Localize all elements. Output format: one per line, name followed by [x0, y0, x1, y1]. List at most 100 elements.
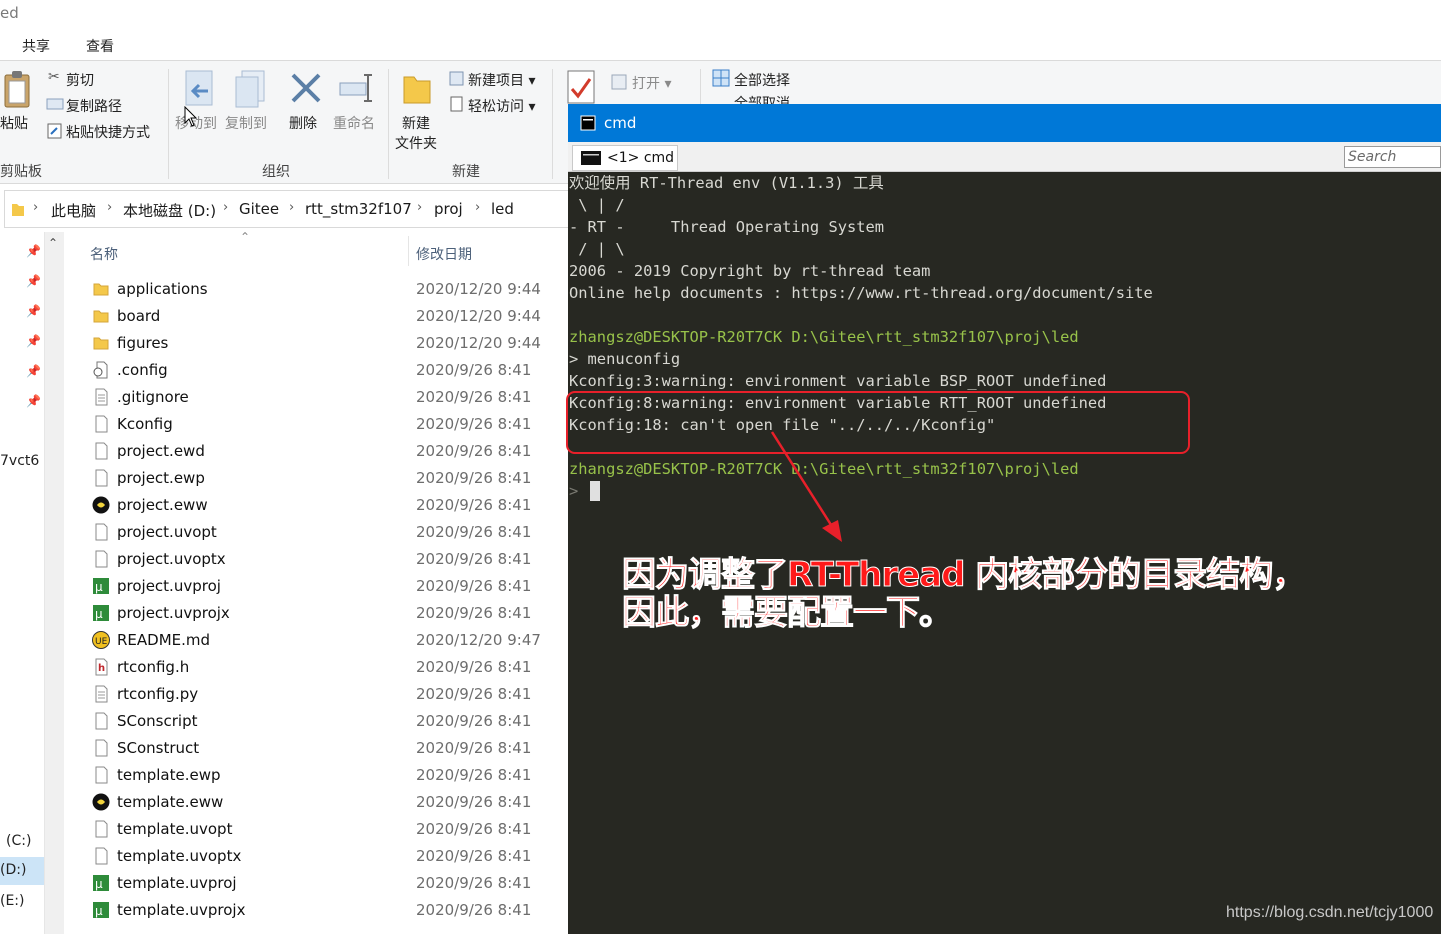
- ribbon-divider: [552, 69, 553, 179]
- scroll-up-icon[interactable]: ⌃: [48, 236, 58, 250]
- new-folder-label-1[interactable]: 新建: [402, 113, 430, 133]
- file-row[interactable]: template.uvopt 2020/9/26 8:41: [88, 816, 568, 843]
- file-row[interactable]: project.uvoptx 2020/9/26 8:41: [88, 546, 568, 573]
- delete-button[interactable]: 删除: [289, 113, 317, 133]
- file-row[interactable]: template.eww 2020/9/26 8:41: [88, 789, 568, 816]
- ribbon-tabs: 共享 查看: [0, 30, 1441, 60]
- open-button[interactable]: 打开 ▾: [632, 73, 671, 93]
- breadcrumb-item[interactable]: proj: [434, 200, 463, 218]
- keil-project-icon: μ: [92, 604, 110, 622]
- paste-shortcut-button[interactable]: 粘贴快捷方式: [66, 122, 150, 142]
- file-row[interactable]: h rtconfig.h 2020/9/26 8:41: [88, 654, 568, 681]
- file-name: project.ewd: [117, 442, 205, 460]
- cmd-titlebar[interactable]: cmd: [568, 104, 1441, 142]
- file-icon: [92, 766, 110, 784]
- file-row[interactable]: .gitignore 2020/9/26 8:41: [88, 384, 568, 411]
- file-row[interactable]: figures 2020/12/20 9:44: [88, 330, 568, 357]
- file-row[interactable]: project.ewd 2020/9/26 8:41: [88, 438, 568, 465]
- column-divider[interactable]: [408, 236, 409, 266]
- file-icon: [92, 469, 110, 487]
- new-group-label: 新建: [452, 164, 480, 180]
- file-row[interactable]: Kconfig 2020/9/26 8:41: [88, 411, 568, 438]
- file-row[interactable]: μ project.uvprojx 2020/9/26 8:41: [88, 600, 568, 627]
- cmd-search-input[interactable]: Search: [1344, 146, 1441, 168]
- file-name: template.ewp: [117, 766, 221, 784]
- tab-share[interactable]: 共享: [22, 36, 50, 56]
- file-row[interactable]: applications 2020/12/20 9:44: [88, 276, 568, 303]
- cut-button[interactable]: 剪切: [66, 70, 94, 90]
- text-file-icon: [92, 388, 110, 406]
- folder-icon: [92, 280, 110, 298]
- file-row[interactable]: μ template.uvproj 2020/9/26 8:41: [88, 870, 568, 897]
- copy-to-button[interactable]: 复制到: [225, 113, 267, 133]
- easy-access-button[interactable]: 轻松访问 ▾: [468, 96, 535, 116]
- nav-scrollbar[interactable]: ⌃: [44, 232, 64, 934]
- file-row[interactable]: SConstruct 2020/9/26 8:41: [88, 735, 568, 762]
- console-output[interactable]: 欢迎使用 RT-Thread env (V1.1.3) 工具 \ | / - RT…: [569, 172, 1441, 934]
- file-row[interactable]: template.uvoptx 2020/9/26 8:41: [88, 843, 568, 870]
- file-row[interactable]: UE README.md 2020/12/20 9:47: [88, 627, 568, 654]
- file-icon: [92, 523, 110, 541]
- file-date: 2020/9/26 8:41: [416, 550, 532, 568]
- chevron-right-icon: ›: [33, 200, 39, 215]
- file-row[interactable]: SConscript 2020/9/26 8:41: [88, 708, 568, 735]
- nav-item-drive-e[interactable]: (E:): [0, 893, 25, 909]
- console-prompt-line: zhangsz@DESKTOP-R20T7CK D:\Gitee\rtt_stm…: [569, 460, 1079, 478]
- address-bar[interactable]: › 此电脑 › 本地磁盘 (D:) › Gitee › rtt_stm32f10…: [4, 190, 604, 228]
- breadcrumb-item[interactable]: led: [491, 200, 514, 218]
- cmd-tab[interactable]: <1> cmd: [572, 145, 678, 171]
- pin-icon: 📌: [26, 394, 41, 408]
- file-date: 2020/9/26 8:41: [416, 793, 532, 811]
- file-name: template.eww: [117, 793, 224, 811]
- file-name: SConscript: [117, 712, 198, 730]
- file-row[interactable]: μ template.uvprojx 2020/9/26 8:41: [88, 897, 568, 924]
- file-row[interactable]: project.eww 2020/9/26 8:41: [88, 492, 568, 519]
- paste-button[interactable]: 粘贴: [0, 113, 28, 133]
- file-icon: [92, 847, 110, 865]
- console-line: >: [569, 482, 579, 500]
- file-date: 2020/9/26 8:41: [416, 361, 532, 379]
- new-folder-icon: [403, 76, 431, 104]
- file-date: 2020/9/26 8:41: [416, 685, 532, 703]
- tab-view[interactable]: 查看: [86, 36, 114, 56]
- file-row[interactable]: project.ewp 2020/9/26 8:41: [88, 465, 568, 492]
- file-name: rtconfig.py: [117, 685, 199, 703]
- select-all-icon: [712, 69, 730, 87]
- file-row[interactable]: project.uvopt 2020/9/26 8:41: [88, 519, 568, 546]
- file-row[interactable]: .config 2020/9/26 8:41: [88, 357, 568, 384]
- nav-item-partial[interactable]: 7vct6: [0, 453, 39, 469]
- svg-text:μ: μ: [95, 607, 103, 621]
- rename-button[interactable]: 重命名: [333, 113, 375, 133]
- file-icon: [92, 415, 110, 433]
- breadcrumb-item[interactable]: 本地磁盘 (D:): [123, 200, 216, 221]
- iar-workspace-icon: [92, 496, 110, 514]
- file-date: 2020/9/26 8:41: [416, 712, 532, 730]
- search-placeholder: Search: [1348, 149, 1397, 165]
- file-row[interactable]: μ project.uvproj 2020/9/26 8:41: [88, 573, 568, 600]
- breadcrumb-item[interactable]: 此电脑: [51, 200, 96, 221]
- nav-item-drive-d[interactable]: (D:): [0, 857, 44, 885]
- file-date: 2020/9/26 8:41: [416, 415, 532, 433]
- select-all-button[interactable]: 全部选择: [734, 70, 790, 90]
- file-date: 2020/9/26 8:41: [416, 442, 532, 460]
- console-line: Kconfig:3:warning: environment variable …: [569, 372, 1107, 390]
- breadcrumb-item[interactable]: Gitee: [239, 200, 279, 218]
- console-prompt-line: zhangsz@DESKTOP-R20T7CK D:\Gitee\rtt_stm…: [569, 328, 1079, 346]
- new-folder-label-2[interactable]: 文件夹: [395, 133, 437, 153]
- file-date: 2020/12/20 9:47: [416, 631, 541, 649]
- file-date: 2020/12/20 9:44: [416, 334, 541, 352]
- cmd-tab-label: <1> cmd: [607, 150, 675, 166]
- file-row[interactable]: template.ewp 2020/9/26 8:41: [88, 762, 568, 789]
- new-item-button[interactable]: 新建项目 ▾: [468, 70, 535, 90]
- ultraedit-file-icon: UE: [92, 631, 110, 649]
- copy-path-button[interactable]: 复制路径: [66, 96, 122, 116]
- breadcrumb-item[interactable]: rtt_stm32f107: [305, 200, 412, 218]
- nav-item-drive-c[interactable]: (C:): [6, 833, 31, 849]
- file-date: 2020/9/26 8:41: [416, 847, 532, 865]
- file-row[interactable]: rtconfig.py 2020/9/26 8:41: [88, 681, 568, 708]
- file-row[interactable]: board 2020/12/20 9:44: [88, 303, 568, 330]
- chevron-right-icon: ›: [417, 200, 423, 215]
- annotation-line-1: 因为调整了RT-Thread 内核部分的目录结构，: [622, 555, 1307, 595]
- column-header-date[interactable]: 修改日期: [416, 244, 472, 264]
- column-header-name[interactable]: 名称: [90, 244, 118, 264]
